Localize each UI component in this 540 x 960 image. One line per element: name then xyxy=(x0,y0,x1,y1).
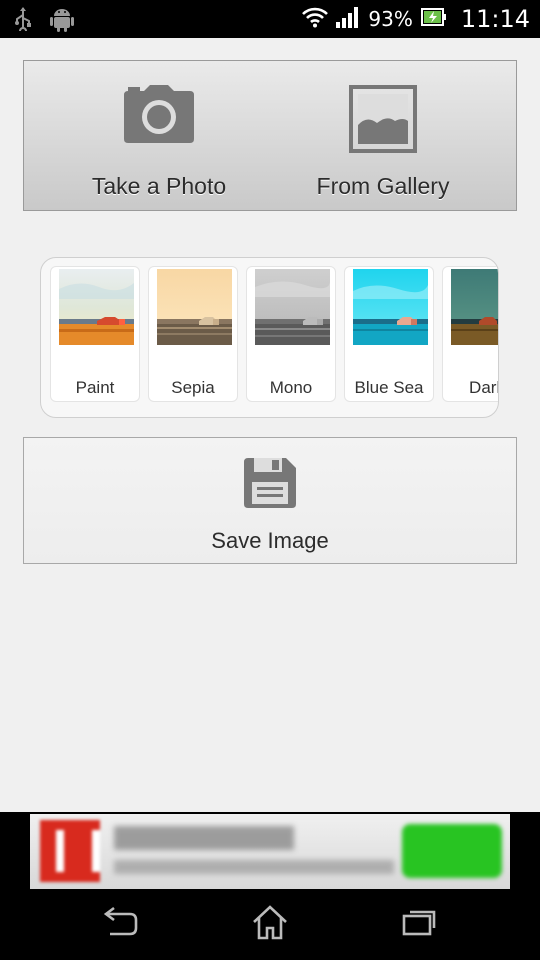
filter-dark-thumbnail xyxy=(451,269,498,345)
ad-cta-button[interactable] xyxy=(402,824,502,878)
take-photo-label: Take a Photo xyxy=(91,173,227,199)
from-gallery-label: From Gallery xyxy=(316,173,450,199)
filter-sepia-thumbnail xyxy=(157,269,232,345)
gallery-image-icon xyxy=(349,85,417,158)
home-button[interactable] xyxy=(240,904,300,948)
take-photo-button[interactable]: Take a Photo xyxy=(44,61,274,210)
filter-blue-sea[interactable]: Blue Sea xyxy=(344,266,434,402)
ad-bar xyxy=(0,812,540,894)
recent-apps-icon xyxy=(390,904,450,938)
filter-label: Paint xyxy=(75,378,115,397)
photo-source-panel: Take a Photo From Gallery xyxy=(23,60,517,211)
filter-mono[interactable]: Mono xyxy=(246,266,336,402)
home-icon xyxy=(240,904,300,940)
filter-label: Mono xyxy=(269,378,313,397)
signal-icon xyxy=(336,6,360,33)
filter-dark[interactable]: Dark xyxy=(442,266,498,402)
ad-blurred-text xyxy=(114,860,394,874)
floppy-disk-icon xyxy=(244,458,296,513)
camera-icon xyxy=(124,85,194,148)
android-icon xyxy=(50,6,74,37)
filter-mono-thumbnail xyxy=(255,269,330,345)
battery-percent: 93% xyxy=(368,7,413,31)
filter-blue-sea-thumbnail xyxy=(353,269,428,345)
status-right-icons: 93% 11:14 xyxy=(302,4,530,34)
back-icon xyxy=(90,904,150,938)
ad-logo xyxy=(40,820,100,882)
back-button[interactable] xyxy=(90,904,150,948)
status-left-icons xyxy=(14,6,74,37)
filter-carousel[interactable]: Paint Sepia Mono Blue Sea Dark xyxy=(40,257,499,418)
navigation-bar xyxy=(0,894,540,960)
usb-icon xyxy=(14,7,32,36)
status-bar: 93% 11:14 xyxy=(0,0,540,38)
filter-label: Dark xyxy=(469,378,498,397)
filter-track: Paint Sepia Mono Blue Sea Dark xyxy=(50,266,498,402)
filter-label: Blue Sea xyxy=(354,378,424,397)
save-image-label: Save Image xyxy=(211,528,329,553)
ad-blurred-title xyxy=(114,826,294,850)
filter-label: Sepia xyxy=(171,378,215,397)
ad-banner[interactable] xyxy=(30,814,510,889)
filter-paint-thumbnail xyxy=(59,269,134,345)
filter-paint[interactable]: Paint xyxy=(50,266,140,402)
recent-apps-button[interactable] xyxy=(390,904,450,948)
wifi-icon xyxy=(302,6,329,33)
clock: 11:14 xyxy=(460,5,530,33)
battery-charging-icon xyxy=(420,7,447,32)
from-gallery-button[interactable]: From Gallery xyxy=(268,61,498,210)
save-image-button[interactable]: Save Image xyxy=(23,437,517,564)
filter-sepia[interactable]: Sepia xyxy=(148,266,238,402)
